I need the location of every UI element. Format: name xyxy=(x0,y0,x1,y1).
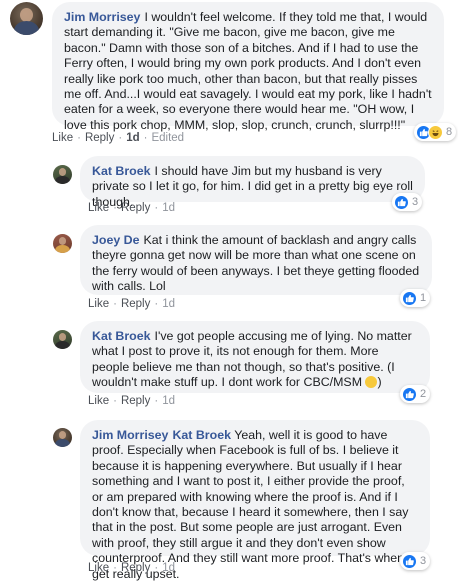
reaction-count: 3 xyxy=(420,555,427,567)
comment-text: Kat i think the amount of backlash and a… xyxy=(92,233,420,294)
comment-actions: Like · Reply · 1d xyxy=(88,562,175,574)
thumbs-up-icon xyxy=(402,553,417,569)
comment-text: Yeah, well it is good to have proof. Esp… xyxy=(92,428,411,581)
timestamp[interactable]: 1d xyxy=(162,395,175,407)
reaction-summary[interactable]: 2 xyxy=(400,385,431,403)
comment-actions: Like · Reply · 1d xyxy=(88,202,175,214)
comment-author[interactable]: Kat Broek xyxy=(92,164,151,178)
like-button[interactable]: Like xyxy=(88,395,109,407)
reaction-summary[interactable]: 3 xyxy=(400,552,431,570)
comment-author[interactable]: Jim Morrisey xyxy=(64,10,140,24)
timestamp[interactable]: 1d xyxy=(162,562,175,574)
thumbs-up-icon xyxy=(402,386,417,402)
thumbs-up-icon xyxy=(394,194,409,210)
reaction-summary[interactable]: 8 xyxy=(414,123,457,141)
avatar[interactable] xyxy=(53,428,72,447)
reaction-count: 8 xyxy=(446,126,453,138)
avatar[interactable] xyxy=(10,2,43,35)
like-button[interactable]: Like xyxy=(88,202,109,214)
comment-actions: Like · Reply · 1d xyxy=(88,395,175,407)
reply-button[interactable]: Reply xyxy=(121,562,150,574)
like-button[interactable]: Like xyxy=(88,298,109,310)
reply-button[interactable]: Reply xyxy=(121,298,150,310)
like-button[interactable]: Like xyxy=(88,562,109,574)
avatar[interactable] xyxy=(53,165,72,184)
reaction-count: 3 xyxy=(412,196,419,208)
comment-text: I wouldn't feel welcome. If they told me… xyxy=(64,10,432,132)
edited-label[interactable]: Edited xyxy=(151,132,184,144)
timestamp[interactable]: 1d xyxy=(162,202,175,214)
reply-button[interactable]: Reply xyxy=(121,202,150,214)
comment-author[interactable]: Kat Broek xyxy=(92,329,151,343)
like-button[interactable]: Like xyxy=(52,132,73,144)
reaction-summary[interactable]: 3 xyxy=(392,193,423,211)
mention-link[interactable]: Kat Broek xyxy=(172,428,231,442)
reaction-summary[interactable]: 1 xyxy=(400,289,431,307)
reaction-count: 1 xyxy=(420,292,427,304)
comment-bubble: Jim Morrisey I wouldn't feel welcome. If … xyxy=(52,2,444,132)
timestamp[interactable]: 1d xyxy=(162,298,175,310)
rofl-emoji-icon xyxy=(365,376,378,389)
avatar[interactable] xyxy=(53,234,72,253)
comment-author[interactable]: Joey De xyxy=(92,233,140,247)
comment-bubble: Jim Morrisey Kat Broek Yeah, well it is g… xyxy=(80,420,430,581)
thumbs-up-icon xyxy=(402,290,417,306)
comment-author[interactable]: Jim Morrisey xyxy=(92,428,168,442)
reply-button[interactable]: Reply xyxy=(85,132,114,144)
comment-actions: Like · Reply · 1d · Edited xyxy=(52,132,185,144)
laughing-emoji-icon xyxy=(428,124,443,140)
timestamp[interactable]: 1d xyxy=(126,132,139,144)
comment-bubble: Joey De Kat i think the amount of backlas… xyxy=(80,225,432,295)
comment-actions: Like · Reply · 1d xyxy=(88,298,175,310)
reaction-count: 2 xyxy=(420,388,427,400)
avatar[interactable] xyxy=(53,330,72,349)
comment-bubble: Kat Broek I've got people accusing me of … xyxy=(80,321,430,393)
reply-button[interactable]: Reply xyxy=(121,395,150,407)
comment-bubble: Kat Broek I should have Jim but my husban… xyxy=(80,156,425,209)
